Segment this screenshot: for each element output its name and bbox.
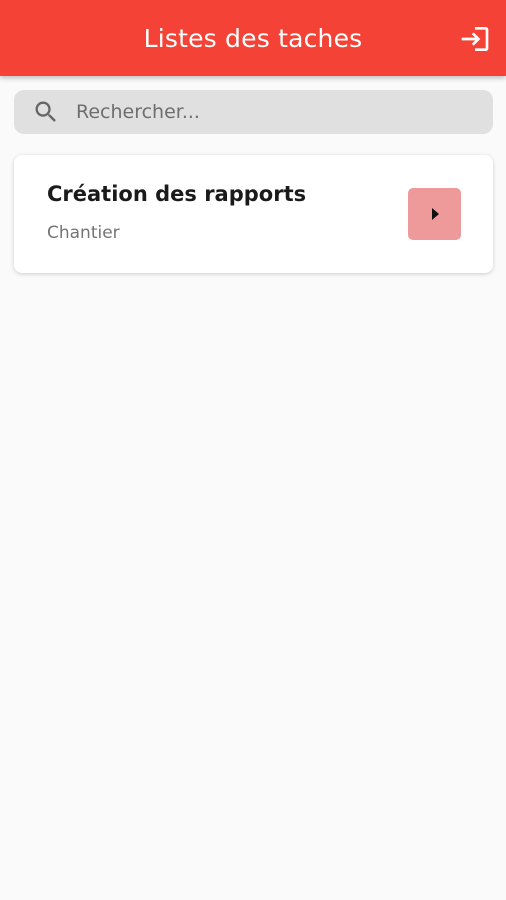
logout-button[interactable]	[458, 22, 492, 56]
task-card[interactable]: Création des rapports Chantier	[14, 155, 493, 273]
open-task-button[interactable]	[408, 188, 461, 240]
app-screen: Listes des taches Création des rapports …	[0, 0, 506, 900]
search-icon	[32, 98, 60, 126]
login-icon	[461, 27, 489, 51]
task-title: Création des rapports	[47, 182, 307, 206]
page-title: Listes des taches	[143, 23, 363, 53]
app-bar: Listes des taches	[0, 0, 506, 76]
play-arrow-icon	[431, 208, 439, 220]
task-subtitle: Chantier	[47, 223, 120, 243]
search-input[interactable]	[76, 97, 476, 127]
search-bar[interactable]	[14, 90, 493, 134]
